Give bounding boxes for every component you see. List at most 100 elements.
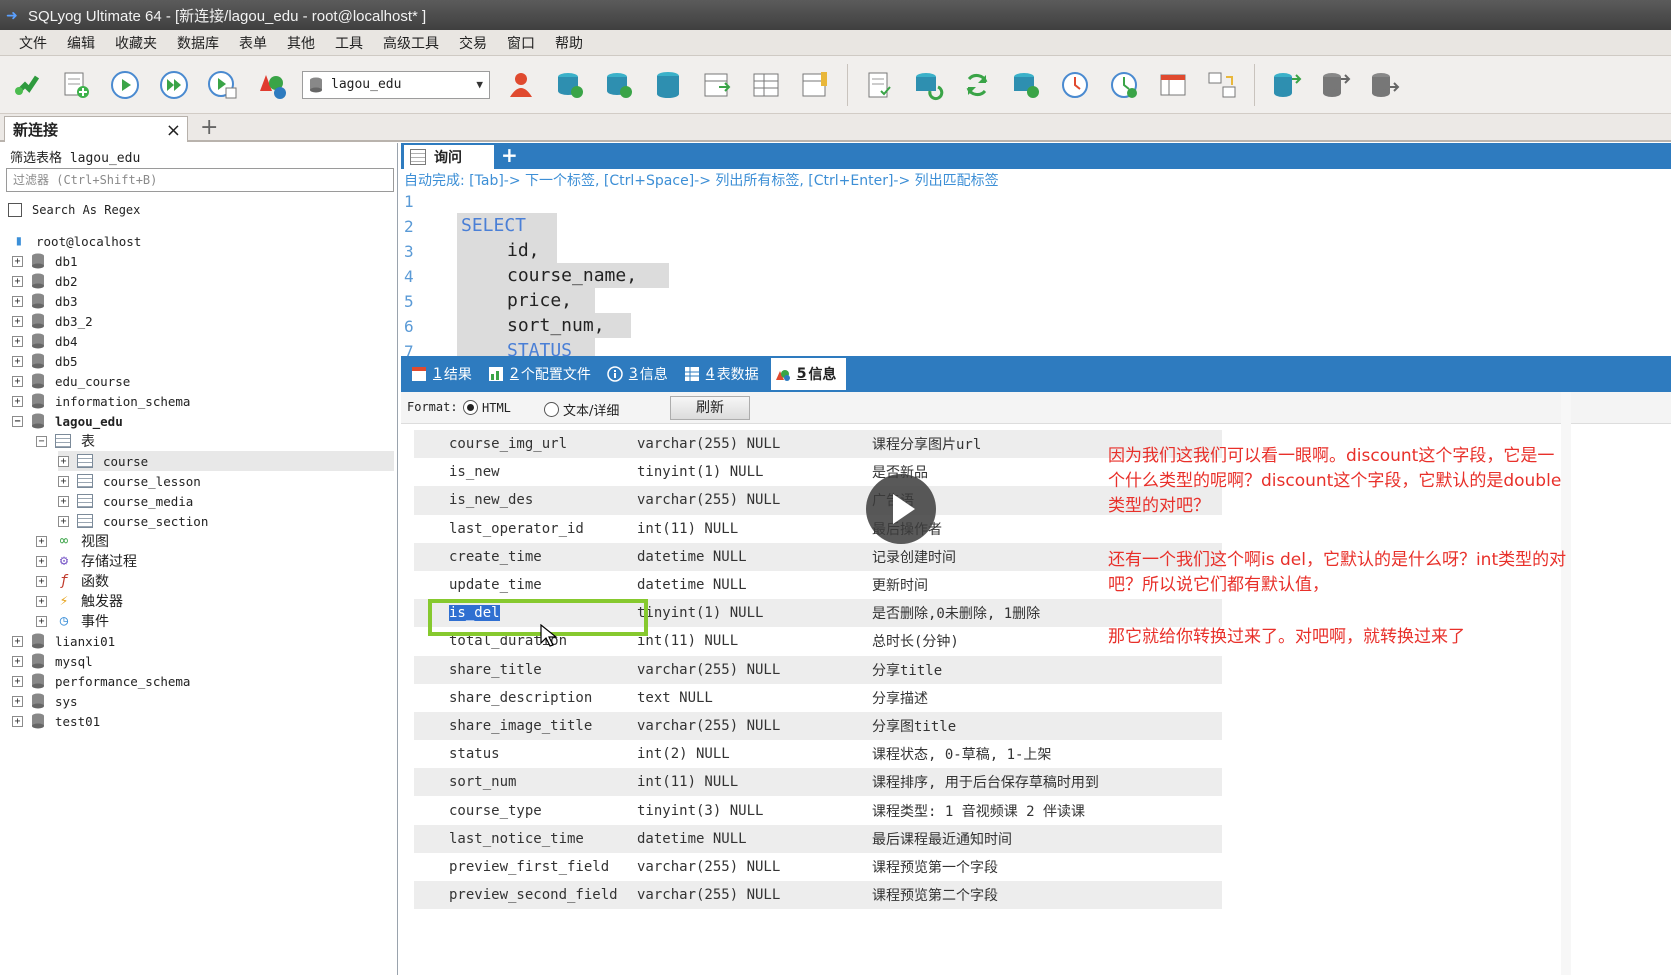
- format-text-radio[interactable]: 文本/详细: [544, 400, 619, 419]
- query-builder-icon[interactable]: [1154, 66, 1192, 104]
- tree-db[interactable]: + test01: [12, 711, 100, 731]
- expand-icon[interactable]: +: [58, 515, 69, 527]
- expand-icon[interactable]: +: [36, 555, 47, 567]
- checkbox[interactable]: [8, 203, 22, 217]
- tab-info[interactable]: 5 信息: [770, 358, 847, 390]
- menu-table[interactable]: 表单: [232, 33, 274, 53]
- menu-window[interactable]: 窗口: [500, 33, 542, 53]
- connect-icon[interactable]: [8, 66, 46, 104]
- migrate-icon[interactable]: [1267, 66, 1305, 104]
- menu-tools[interactable]: 工具: [328, 33, 370, 53]
- expand-icon[interactable]: +: [36, 595, 47, 607]
- close-icon[interactable]: ×: [166, 120, 181, 141]
- tree-table[interactable]: + course_section: [58, 511, 208, 531]
- menu-others[interactable]: 其他: [280, 33, 322, 53]
- expand-icon[interactable]: +: [12, 335, 23, 347]
- execute-all-icon[interactable]: [155, 66, 193, 104]
- tree-procedures-folder[interactable]: + ⚙ 存储过程: [36, 551, 137, 571]
- expand-icon[interactable]: +: [12, 355, 23, 367]
- database-select[interactable]: lagou_edu ▼: [302, 70, 490, 99]
- expand-icon[interactable]: +: [58, 455, 69, 467]
- expand-icon[interactable]: +: [12, 635, 23, 647]
- expand-icon[interactable]: +: [12, 715, 23, 727]
- import-icon[interactable]: [698, 66, 736, 104]
- tree-db[interactable]: + performance_schema: [12, 671, 190, 691]
- collapse-icon[interactable]: −: [36, 435, 47, 447]
- search-as-regex-checkbox[interactable]: Search As Regex: [8, 203, 140, 217]
- tree-table[interactable]: + course: [58, 451, 394, 471]
- expand-icon[interactable]: +: [12, 655, 23, 667]
- expand-icon[interactable]: +: [58, 495, 69, 507]
- tree-db[interactable]: + mysql: [12, 651, 93, 671]
- tree-triggers-folder[interactable]: + ⚡ 触发器: [36, 591, 123, 611]
- expand-icon[interactable]: +: [58, 475, 69, 487]
- data-sync-icon[interactable]: [909, 66, 947, 104]
- report-icon[interactable]: [860, 66, 898, 104]
- execute-explain-icon[interactable]: [204, 66, 242, 104]
- filter-input[interactable]: 过滤器 (Ctrl+Shift+B): [6, 168, 394, 192]
- user-manager-icon[interactable]: [502, 66, 540, 104]
- menu-database[interactable]: 数据库: [170, 33, 226, 53]
- backup-icon[interactable]: [1105, 66, 1143, 104]
- tab-result[interactable]: 1 结果: [407, 358, 482, 390]
- radio-selected[interactable]: [463, 400, 478, 415]
- tree-db[interactable]: + db3_2: [12, 311, 93, 331]
- expand-icon[interactable]: +: [12, 675, 23, 687]
- refresh-button[interactable]: 刷新: [670, 396, 750, 420]
- tree-db-current[interactable]: − lagou_edu: [12, 411, 123, 431]
- expand-icon[interactable]: +: [12, 255, 23, 267]
- notification-icon[interactable]: [1203, 66, 1241, 104]
- tree-db[interactable]: + edu_course: [12, 371, 130, 391]
- video-play-button[interactable]: [866, 474, 936, 544]
- expand-icon[interactable]: +: [12, 295, 23, 307]
- copy-db-icon[interactable]: [649, 66, 687, 104]
- menu-advanced-tools[interactable]: 高级工具: [376, 33, 446, 53]
- menu-file[interactable]: 文件: [12, 33, 54, 53]
- menu-transaction[interactable]: 交易: [452, 33, 494, 53]
- refresh-icon[interactable]: [958, 66, 996, 104]
- tree-table[interactable]: + course_media: [58, 491, 193, 511]
- tree-db[interactable]: + information_schema: [12, 391, 190, 411]
- tab-messages[interactable]: 3 信息: [603, 358, 678, 390]
- tree-db[interactable]: + lianxi01: [12, 631, 115, 651]
- db-export-icon[interactable]: [1316, 66, 1354, 104]
- tree-db[interactable]: + db1: [12, 251, 78, 271]
- expand-icon[interactable]: +: [12, 315, 23, 327]
- collapse-icon[interactable]: −: [12, 415, 23, 427]
- format-html-radio[interactable]: HTML: [463, 400, 511, 415]
- sql-editor[interactable]: 1 2 3 4 5 6 7 SELECT id, course_name, pr…: [401, 190, 1671, 356]
- expand-icon[interactable]: +: [12, 695, 23, 707]
- tree-events-folder[interactable]: + ◷ 事件: [36, 611, 109, 631]
- expand-icon[interactable]: +: [36, 535, 47, 547]
- new-query-icon[interactable]: [57, 66, 95, 104]
- tree-root[interactable]: ▮ root@localhost: [10, 231, 142, 251]
- db-import-icon[interactable]: [1365, 66, 1403, 104]
- radio-unselected[interactable]: [544, 402, 559, 417]
- schema-sync-icon[interactable]: [1007, 66, 1045, 104]
- tree-db[interactable]: + db3: [12, 291, 78, 311]
- connection-tab[interactable]: 新连接 ×: [4, 116, 188, 142]
- menu-edit[interactable]: 编辑: [60, 33, 102, 53]
- execute-icon[interactable]: [106, 66, 144, 104]
- tree-db[interactable]: + db2: [12, 271, 78, 291]
- tree-db[interactable]: + db5: [12, 351, 78, 371]
- table-data-icon[interactable]: [747, 66, 785, 104]
- expand-icon[interactable]: +: [12, 375, 23, 387]
- expand-icon[interactable]: +: [36, 575, 47, 587]
- expand-icon[interactable]: +: [12, 275, 23, 287]
- tree-db[interactable]: + db4: [12, 331, 78, 351]
- table-export-icon[interactable]: [796, 66, 834, 104]
- scheduler-icon[interactable]: [1056, 66, 1094, 104]
- tree-tables-folder[interactable]: − 表: [36, 431, 95, 451]
- menu-favorites[interactable]: 收藏夹: [108, 33, 164, 53]
- schema-designer-icon[interactable]: [253, 66, 291, 104]
- add-query-tab-icon[interactable]: +: [501, 143, 518, 167]
- add-connection-icon[interactable]: +: [200, 115, 218, 140]
- query-tab[interactable]: 询问: [404, 145, 494, 169]
- tab-table-data[interactable]: 4 表数据: [680, 358, 769, 390]
- create-db-icon[interactable]: [551, 66, 589, 104]
- alter-db-icon[interactable]: [600, 66, 638, 104]
- tree-functions-folder[interactable]: + ƒ 函数: [36, 571, 109, 591]
- tree-table[interactable]: + course_lesson: [58, 471, 201, 491]
- expand-icon[interactable]: +: [12, 395, 23, 407]
